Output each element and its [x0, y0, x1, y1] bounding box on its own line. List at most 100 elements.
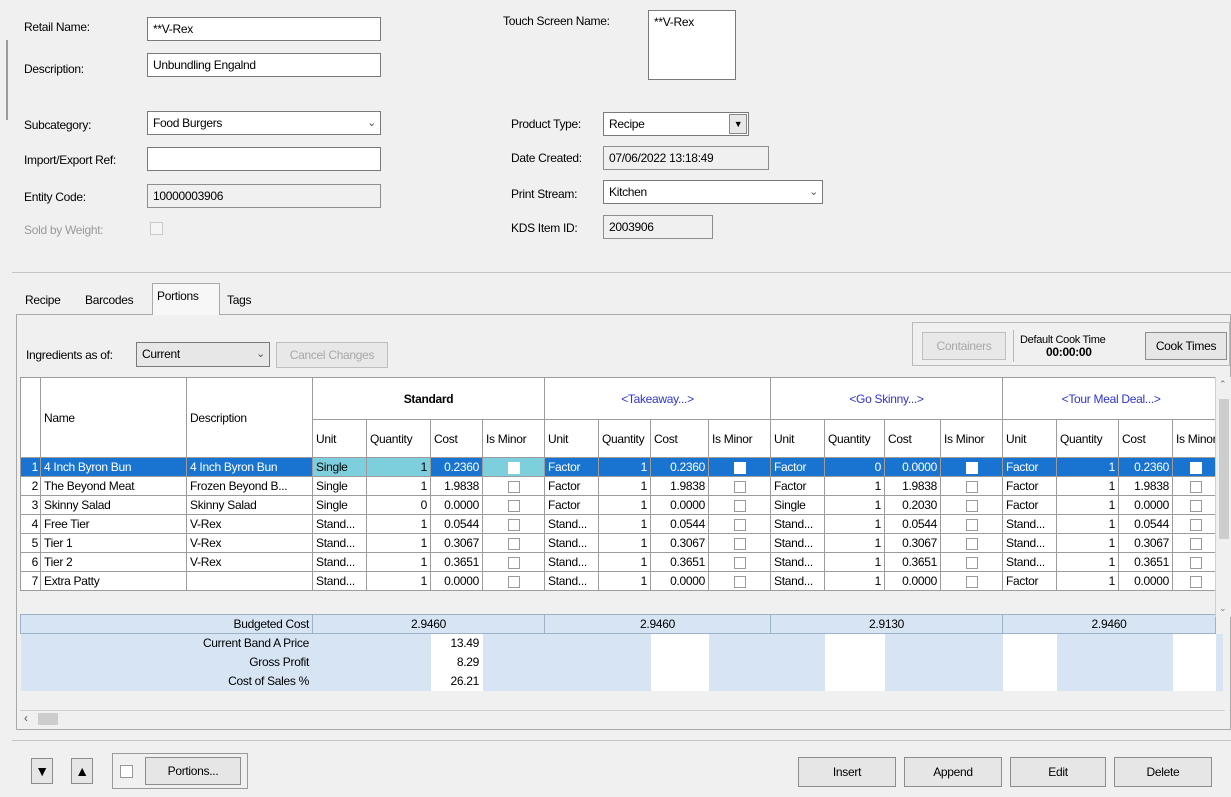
cost-cell[interactable]: 0.0544: [884, 514, 941, 534]
is-minor-checkbox[interactable]: [965, 556, 978, 569]
cost-cell[interactable]: 0.2030: [884, 495, 941, 515]
ingredient-name-cell[interactable]: Extra Patty: [40, 571, 187, 591]
subheader-unit[interactable]: Unit: [1002, 419, 1057, 458]
quantity-cell[interactable]: 0: [824, 457, 885, 477]
is-minor-cell[interactable]: [940, 571, 1003, 591]
is-minor-checkbox[interactable]: [733, 480, 746, 493]
cost-cell[interactable]: 0.0000: [430, 495, 483, 515]
is-minor-checkbox[interactable]: [507, 575, 520, 588]
unit-cell[interactable]: Factor: [770, 476, 825, 496]
unit-cell[interactable]: Stand...: [312, 514, 367, 534]
delete-button[interactable]: Delete: [1114, 757, 1212, 787]
unit-cell[interactable]: Stand...: [770, 552, 825, 572]
ingredient-description-cell[interactable]: 4 Inch Byron Bun: [186, 457, 313, 477]
table-row[interactable]: 4 Free Tier V-Rex Stand... 1 0.0544 Stand... 1 0…: [20, 514, 1221, 534]
is-minor-checkbox[interactable]: [965, 480, 978, 493]
description-column-header[interactable]: Description: [186, 377, 313, 458]
unit-cell[interactable]: Stand...: [544, 552, 599, 572]
is-minor-checkbox[interactable]: [507, 480, 520, 493]
is-minor-cell[interactable]: [482, 571, 545, 591]
cost-cell[interactable]: 0.3067: [1118, 533, 1173, 553]
subheader-quantity[interactable]: Quantity: [824, 419, 885, 458]
subcategory-select[interactable]: Food Burgers ⌄: [147, 111, 381, 135]
cost-cell[interactable]: 0.0000: [650, 495, 709, 515]
tab-portions[interactable]: Portions: [152, 283, 220, 315]
is-minor-cell[interactable]: [940, 514, 1003, 534]
unit-cell[interactable]: Factor: [1002, 476, 1057, 496]
quantity-cell[interactable]: 1: [1056, 476, 1119, 496]
is-minor-cell[interactable]: [1171, 514, 1221, 534]
is-minor-cell[interactable]: [708, 514, 771, 534]
ingredient-description-cell[interactable]: V-Rex: [186, 533, 313, 553]
group-header-takeaway[interactable]: <Takeaway...>: [544, 377, 771, 420]
is-minor-cell[interactable]: [708, 571, 771, 591]
unit-cell[interactable]: Factor: [770, 457, 825, 477]
ingredient-name-cell[interactable]: Free Tier: [40, 514, 187, 534]
touch-screen-name-input[interactable]: **V-Rex: [648, 10, 736, 80]
row-number[interactable]: 2: [20, 476, 41, 496]
unit-cell[interactable]: Stand...: [312, 571, 367, 591]
ingredient-name-cell[interactable]: Tier 2: [40, 552, 187, 572]
quantity-cell[interactable]: 1: [824, 476, 885, 496]
is-minor-checkbox[interactable]: [1190, 575, 1203, 588]
cost-cell[interactable]: 0.0000: [430, 571, 483, 591]
import-export-input[interactable]: [147, 147, 381, 171]
quantity-cell[interactable]: 1: [598, 476, 651, 496]
cost-cell[interactable]: 0.2360: [430, 457, 483, 477]
is-minor-cell[interactable]: [482, 495, 545, 515]
is-minor-cell[interactable]: [940, 495, 1003, 515]
cost-cell[interactable]: 0.0000: [884, 457, 941, 477]
quantity-cell[interactable]: 1: [366, 457, 431, 477]
cost-cell[interactable]: 0.0000: [884, 571, 941, 591]
group-header-go-skinny[interactable]: <Go Skinny...>: [770, 377, 1003, 420]
table-row[interactable]: 3 Skinny Salad Skinny Salad Single 0 0.0000 Fa…: [20, 495, 1221, 515]
is-minor-checkbox[interactable]: [1190, 537, 1203, 550]
subheader-unit[interactable]: Unit: [770, 419, 825, 458]
unit-cell[interactable]: Stand...: [544, 571, 599, 591]
ingredient-description-cell[interactable]: Skinny Salad: [186, 495, 313, 515]
cost-cell[interactable]: 0.3067: [430, 533, 483, 553]
subheader-is-minor[interactable]: Is Minor: [708, 419, 771, 458]
is-minor-cell[interactable]: [708, 476, 771, 496]
append-button[interactable]: Append: [904, 757, 1002, 787]
cost-cell[interactable]: 0.0000: [1118, 495, 1173, 515]
is-minor-checkbox[interactable]: [965, 518, 978, 531]
unit-cell[interactable]: Factor: [544, 457, 599, 477]
is-minor-cell[interactable]: [708, 495, 771, 515]
cost-cell[interactable]: 0.0000: [650, 571, 709, 591]
subheader-unit[interactable]: Unit: [312, 419, 367, 458]
is-minor-cell[interactable]: [940, 552, 1003, 572]
ingredient-name-cell[interactable]: 4 Inch Byron Bun: [40, 457, 187, 477]
quantity-cell[interactable]: 1: [824, 533, 885, 553]
cost-cell[interactable]: 0.2360: [1118, 457, 1173, 477]
quantity-cell[interactable]: 1: [598, 495, 651, 515]
cost-cell[interactable]: 0.3651: [430, 552, 483, 572]
row-number[interactable]: 5: [20, 533, 41, 553]
is-minor-checkbox[interactable]: [1190, 480, 1203, 493]
unit-cell[interactable]: Factor: [544, 476, 599, 496]
cost-cell[interactable]: 1.9838: [650, 476, 709, 496]
cost-cell[interactable]: 1.9838: [430, 476, 483, 496]
edit-button[interactable]: Edit: [1010, 757, 1106, 787]
unit-cell[interactable]: Factor: [1002, 495, 1057, 515]
quantity-cell[interactable]: 1: [598, 552, 651, 572]
unit-cell[interactable]: Factor: [544, 495, 599, 515]
cost-cell[interactable]: 0.0544: [430, 514, 483, 534]
cook-times-button[interactable]: Cook Times: [1145, 332, 1227, 360]
subheader-cost[interactable]: Cost: [884, 419, 941, 458]
is-minor-cell[interactable]: [940, 533, 1003, 553]
is-minor-cell[interactable]: [1171, 476, 1221, 496]
quantity-cell[interactable]: 1: [824, 495, 885, 515]
scroll-up-icon[interactable]: ⌃: [1219, 379, 1227, 390]
is-minor-checkbox[interactable]: [965, 499, 978, 512]
is-minor-checkbox[interactable]: [965, 575, 978, 588]
subheader-is-minor[interactable]: Is Minor: [940, 419, 1003, 458]
unit-cell[interactable]: Single: [770, 495, 825, 515]
table-row[interactable]: 7 Extra Patty Stand... 1 0.0000 Stand... 1 0.00…: [20, 571, 1221, 591]
table-row[interactable]: 6 Tier 2 V-Rex Stand... 1 0.3651 Stand... 1 0.36…: [20, 552, 1221, 572]
ingredient-description-cell[interactable]: Frozen Beyond B...: [186, 476, 313, 496]
is-minor-checkbox[interactable]: [507, 461, 520, 474]
ingredient-description-cell[interactable]: V-Rex: [186, 552, 313, 572]
quantity-cell[interactable]: 1: [824, 552, 885, 572]
unit-cell[interactable]: Stand...: [1002, 552, 1057, 572]
